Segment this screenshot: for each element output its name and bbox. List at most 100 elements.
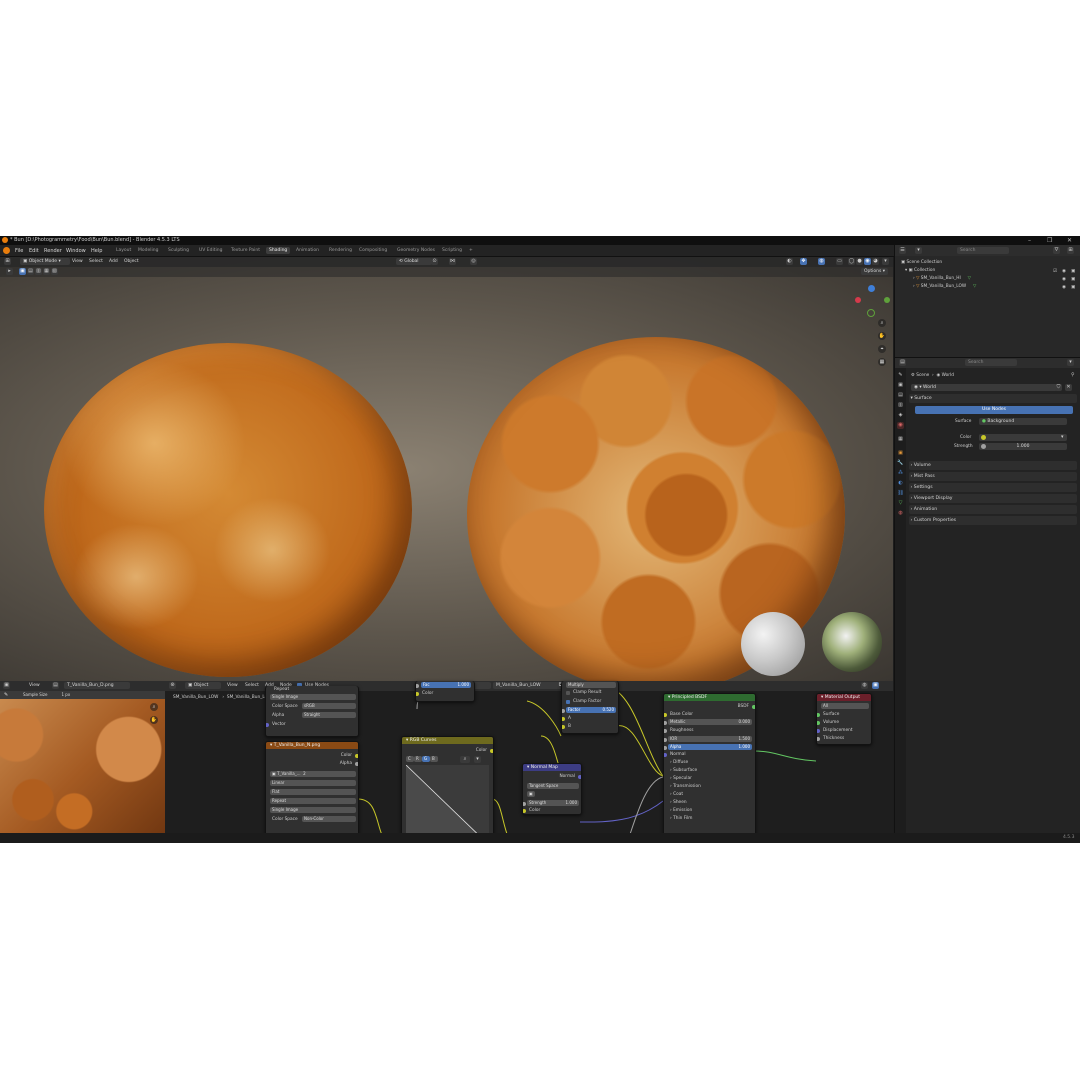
normal-socket[interactable]	[664, 753, 667, 757]
metallic-socket[interactable]	[664, 721, 667, 725]
new-collection-icon[interactable]: ⊞	[1067, 247, 1074, 254]
clamp-result-checkbox[interactable]	[566, 691, 570, 695]
panel-viewport-display[interactable]: › Viewport Display	[909, 494, 1077, 503]
image-top-alpha-value[interactable]: Straight	[302, 712, 356, 718]
visibility-icon[interactable]: ◐	[786, 258, 793, 265]
image-editor[interactable]: ▣ View ▤ T_Vanilla_Bun_D.png ✎ Sample Si…	[0, 681, 165, 843]
tab-compositing[interactable]: Compositing	[356, 247, 390, 254]
object-hi-render-icon[interactable]: ▣	[1071, 277, 1075, 282]
overlay-toggle-icon[interactable]: ◍	[818, 258, 825, 265]
output-surface-socket[interactable]	[817, 713, 820, 717]
axis-z-gizmo[interactable]	[868, 285, 875, 292]
viewport-menu-object[interactable]: Object	[124, 259, 139, 264]
strength-field[interactable]: 1.000	[979, 443, 1067, 450]
tool-tab-icon[interactable]: ✎	[897, 372, 904, 379]
scene-tab-icon[interactable]: ◈	[897, 412, 904, 419]
outliner-object-hi[interactable]: › ▽ SM_Vanilla_Bun_HI ▽	[913, 276, 971, 281]
image-name-field[interactable]: T_Vanilla_Bun_D.png	[64, 682, 130, 689]
panel-mist-pass[interactable]: › Mist Pass	[909, 472, 1077, 481]
gizmo-toggle-icon[interactable]: ✥	[800, 258, 807, 265]
tab-uv-editing[interactable]: UV Editing	[196, 247, 225, 254]
panel-settings[interactable]: › Settings	[909, 483, 1077, 492]
principled-bsdf-node[interactable]: ▾ Principled BSDF BSDF Base Color Metall…	[663, 693, 756, 843]
viewport-menu-select[interactable]: Select	[89, 259, 103, 264]
image-browse-icon[interactable]: ▤	[52, 682, 59, 689]
curve-channel-b[interactable]: B	[430, 756, 438, 762]
section-transmission[interactable]: › Transmission	[670, 784, 701, 789]
select-subtract-icon[interactable]: ▥	[35, 268, 42, 275]
select-box-icon[interactable]: ▣	[19, 268, 26, 275]
axis-y-gizmo[interactable]	[884, 297, 890, 303]
image-texture-normal-node[interactable]: ▾ T_Vanilla_Bun_N.png Color Alpha ▣ T_Va…	[265, 741, 359, 843]
menu-edit[interactable]: Edit	[29, 248, 39, 254]
menu-render[interactable]: Render	[44, 248, 62, 254]
select-invert-icon[interactable]: ▦	[43, 268, 50, 275]
panel-animation[interactable]: › Animation	[909, 505, 1077, 514]
zoom-icon[interactable]: ⌕	[878, 319, 886, 327]
mix-b-socket[interactable]	[562, 725, 565, 729]
section-diffuse[interactable]: › Diffuse	[670, 760, 688, 765]
tab-texture-paint[interactable]: Texture Paint	[228, 247, 263, 254]
shading-wireframe-icon[interactable]: ◯	[848, 258, 855, 265]
output-displacement-socket[interactable]	[817, 729, 820, 733]
tab-animation[interactable]: Animation	[293, 247, 322, 254]
surface-shader-field[interactable]: ● Background	[979, 418, 1067, 425]
select-intersect-icon[interactable]: ▧	[51, 268, 58, 275]
shader-node-editor[interactable]: ⊛ ▣ Object View Select Add Node Use Node…	[165, 681, 893, 843]
axis-neg-y-gizmo[interactable]	[867, 309, 875, 317]
shading-material-icon[interactable]: ◉	[864, 258, 871, 265]
material-output-node[interactable]: ▾ Material Output All Surface Volume Dis…	[816, 693, 872, 745]
world-datablock-field[interactable]: ◉ ▾ World	[911, 384, 1057, 391]
normal-color-socket[interactable]	[523, 809, 526, 813]
output-target-dropdown[interactable]: All	[821, 703, 869, 709]
collection-render-icon[interactable]: ▣	[1071, 269, 1075, 274]
3d-viewport[interactable]: ⊞ ▣ Object Mode ▾ View Select Add Object…	[0, 257, 893, 693]
section-subsurface[interactable]: › Subsurface	[670, 768, 697, 773]
object-hi-visibility-icon[interactable]: ◉	[1062, 277, 1066, 282]
pivot-icon[interactable]: ⊙	[431, 258, 438, 265]
bun-bottom-object[interactable]	[44, 343, 412, 677]
texture-image-canvas[interactable]	[0, 699, 165, 843]
normal-map-space[interactable]: Tangent Space	[527, 783, 579, 789]
sample-size-field[interactable]: Sample Size 1 px	[20, 691, 92, 698]
outliner-collection[interactable]: ▾ ▣ Collection	[905, 268, 935, 273]
normal-map-node[interactable]: ▾ Normal Map Normal Tangent Space ▣ Stre…	[522, 763, 582, 815]
close-button[interactable]: ✕	[1067, 237, 1072, 244]
normal-strength-socket[interactable]	[523, 802, 526, 806]
viewport-menu-add[interactable]: Add	[109, 259, 118, 264]
modifier-tab-icon[interactable]: 🔧	[897, 460, 904, 467]
tab-sculpting[interactable]: Sculpting	[165, 247, 192, 254]
section-specular[interactable]: › Specular	[670, 776, 692, 781]
eyedropper-icon[interactable]: ✎	[4, 692, 8, 698]
object-low-visibility-icon[interactable]: ◉	[1062, 285, 1066, 290]
bsdf-out-socket[interactable]	[752, 705, 755, 709]
tab-rendering[interactable]: Rendering	[326, 247, 355, 254]
object-tab-icon[interactable]: ▣	[897, 450, 904, 457]
curve-graph[interactable]	[406, 765, 489, 843]
camera-icon[interactable]: ⌖	[878, 345, 886, 353]
shading-rendered-icon[interactable]: ◕	[872, 258, 879, 265]
material-tab-icon[interactable]: ◍	[897, 510, 904, 517]
axis-x-gizmo[interactable]	[855, 297, 861, 303]
tab-scripting[interactable]: Scripting	[439, 247, 465, 254]
curve-settings-icon[interactable]: ▾	[474, 756, 481, 763]
properties-type-icon[interactable]: ▤	[899, 359, 906, 366]
ior-socket[interactable]	[664, 738, 667, 742]
tab-modeling[interactable]: Modeling	[135, 247, 161, 254]
panel-custom-properties[interactable]: › Custom Properties	[909, 516, 1077, 525]
image-texture-node-top[interactable]: Repeat Single Image Color Space sRGB Alp…	[265, 686, 359, 737]
grid-view-icon[interactable]: ▦	[878, 358, 886, 366]
section-emission[interactable]: › Emission	[670, 808, 692, 813]
outliner-search[interactable]: Search	[957, 247, 1009, 254]
image-cs-value[interactable]: Non-Color	[302, 816, 356, 822]
clamp-factor-checkbox[interactable]	[566, 700, 570, 704]
image-pan-icon[interactable]: ✋	[150, 716, 158, 724]
roughness-socket[interactable]	[664, 729, 667, 733]
render-tab-icon[interactable]: ▣	[897, 382, 904, 389]
curve-channel-r[interactable]: R	[414, 756, 422, 762]
mix-color-node[interactable]: Multiply Clamp Result Clamp Factor Facto…	[561, 681, 619, 734]
fac-field[interactable]: Fac 1.000	[421, 682, 471, 688]
image-top-source[interactable]: Single Image	[270, 694, 356, 700]
options-dropdown[interactable]: Options ▾	[861, 268, 889, 275]
viewport-menu-view[interactable]: View	[72, 259, 83, 264]
